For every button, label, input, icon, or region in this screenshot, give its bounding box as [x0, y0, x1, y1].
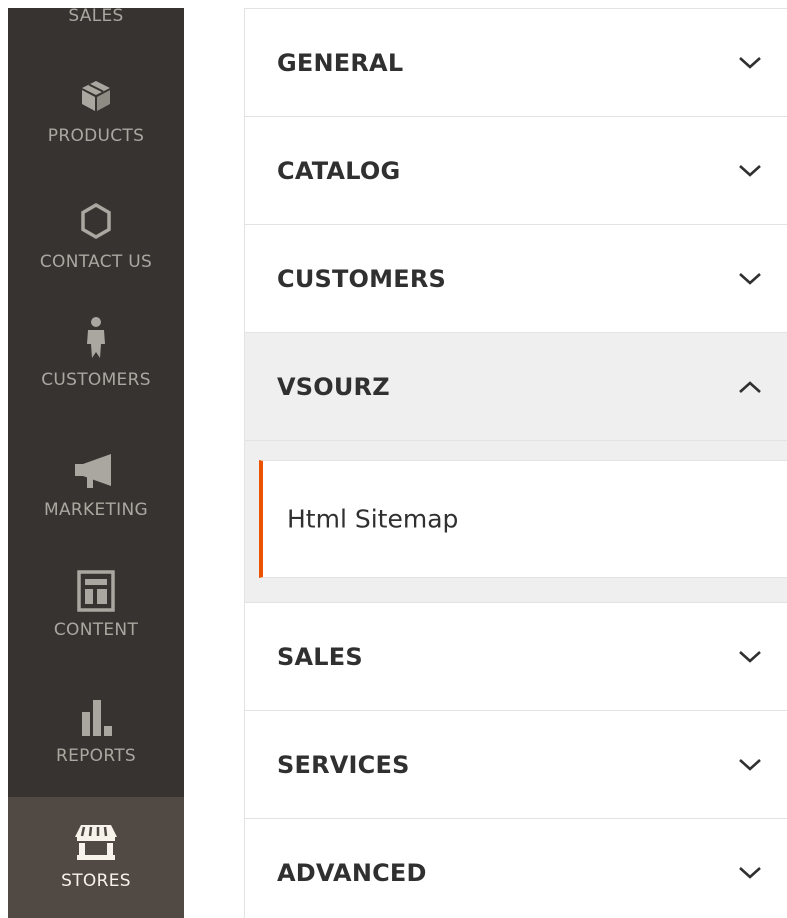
admin-sidebar: SALES PRODUCTS CONTACT US CUSTOMERS MARK…: [8, 8, 184, 918]
admin-screen: SALES PRODUCTS CONTACT US CUSTOMERS MARK…: [0, 0, 787, 918]
chevron-down-icon: [739, 866, 761, 879]
layout-icon: [8, 570, 184, 616]
section-title: GENERAL: [277, 48, 404, 77]
section-services[interactable]: SERVICES: [245, 711, 787, 819]
sidebar-item-contact-us[interactable]: CONTACT US: [8, 202, 184, 288]
section-customers[interactable]: CUSTOMERS: [245, 225, 787, 333]
sidebar-item-label: STORES: [61, 871, 131, 891]
chevron-down-icon: [739, 650, 761, 663]
section-general[interactable]: GENERAL: [245, 9, 787, 117]
tab-html-sitemap[interactable]: Html Sitemap: [259, 460, 787, 578]
sidebar-item-label: SALES: [68, 8, 124, 26]
section-advanced[interactable]: ADVANCED: [245, 819, 787, 918]
storefront-icon: [8, 823, 184, 867]
hexagon-icon: [8, 202, 184, 244]
sidebar-item-stores[interactable]: STORES: [8, 797, 184, 918]
tab-label: Html Sitemap: [287, 504, 459, 534]
chevron-up-icon: [739, 380, 761, 393]
section-title: CUSTOMERS: [277, 264, 447, 293]
section-vsourz[interactable]: VSOURZ: [245, 333, 787, 441]
chevron-down-icon: [739, 56, 761, 69]
box-icon: [8, 78, 184, 118]
megaphone-icon: [8, 452, 184, 494]
sidebar-item-reports[interactable]: REPORTS: [8, 698, 184, 780]
person-icon: [8, 316, 184, 364]
section-title: ADVANCED: [277, 858, 427, 887]
sidebar-item-content[interactable]: CONTENT: [8, 570, 184, 656]
sidebar-item-label: PRODUCTS: [47, 126, 145, 146]
sidebar-item-label: MARKETING: [44, 500, 148, 520]
sidebar-item-label: CONTACT US: [39, 252, 153, 272]
sidebar-item-marketing[interactable]: MARKETING: [8, 452, 184, 534]
section-title: SALES: [277, 642, 363, 671]
chevron-down-icon: [739, 164, 761, 177]
sidebar-item-label: REPORTS: [55, 746, 137, 766]
sidebar-item-customers[interactable]: CUSTOMERS: [8, 316, 184, 408]
section-title: SERVICES: [277, 750, 410, 779]
chevron-down-icon: [739, 272, 761, 285]
sidebar-item-products[interactable]: PRODUCTS: [8, 78, 184, 164]
section-catalog[interactable]: CATALOG: [245, 117, 787, 225]
sidebar-item-label: CONTENT: [53, 620, 139, 640]
chevron-down-icon: [739, 758, 761, 771]
config-sections-panel: GENERAL CATALOG CUSTOMERS VSOURZ Html Si…: [244, 8, 787, 918]
section-sales[interactable]: SALES: [245, 603, 787, 711]
bar-chart-icon: [8, 698, 184, 740]
section-vsourz-items: Html Sitemap: [245, 441, 787, 603]
section-title: VSOURZ: [277, 372, 390, 401]
section-title: CATALOG: [277, 156, 401, 185]
sidebar-item-label: CUSTOMERS: [41, 370, 151, 390]
sidebar-item-sales[interactable]: SALES: [8, 8, 184, 36]
